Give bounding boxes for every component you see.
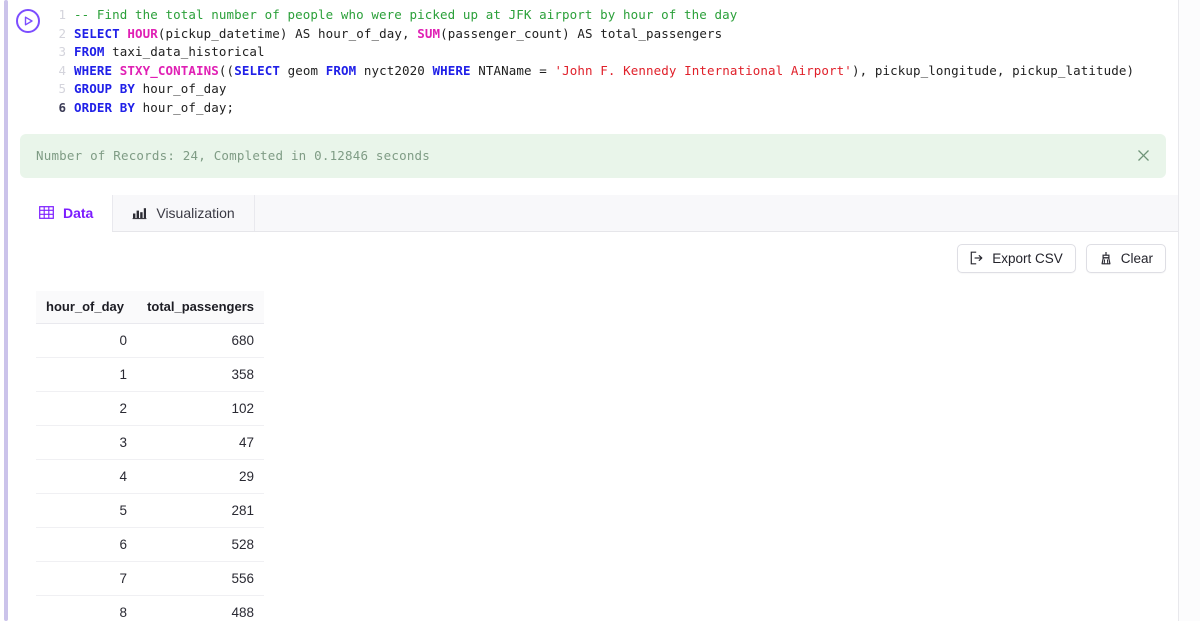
code-token-fn: HOUR: [127, 25, 158, 41]
results-table-wrap[interactable]: hour_of_day total_passengers 0 680 1 358 2 10…: [36, 290, 264, 621]
code-token-plain: nyct2020: [356, 62, 433, 78]
run-button-column: [8, 6, 44, 118]
cell-total-passengers: 528: [137, 527, 264, 562]
code-line: -- Find the total number of people who w…: [74, 6, 1178, 25]
cell-hour-of-day: 2: [36, 391, 138, 426]
table-row[interactable]: 8 488: [36, 595, 264, 621]
run-query-button[interactable]: [16, 9, 40, 33]
broom-icon: [1101, 252, 1111, 265]
bar-chart-icon: [132, 205, 147, 220]
table-row[interactable]: 0 680: [36, 323, 264, 358]
table-row[interactable]: 7 556: [36, 561, 264, 596]
code-token-kw: SELECT: [234, 62, 280, 78]
table-row[interactable]: 4 29: [36, 459, 264, 494]
code-token-plain: geom: [279, 62, 326, 78]
sql-query-workbench: 123456 -- Find the total number of peopl…: [0, 0, 1200, 621]
cell-hour-of-day: 3: [36, 425, 138, 460]
table-grid-icon: [39, 205, 54, 220]
code-token-kw: SELECT: [74, 25, 120, 41]
cell-hour-of-day: 7: [36, 561, 138, 596]
cell-total-passengers: 29: [137, 459, 264, 494]
status-banner-wrap: Number of Records: 24, Completed in 0.12…: [8, 128, 1178, 178]
close-x-icon: [1137, 150, 1149, 162]
code-token-fn: SUM: [417, 25, 441, 41]
query-status-banner: Number of Records: 24, Completed in 0.12…: [20, 133, 1166, 178]
cell-total-passengers: 47: [137, 425, 264, 460]
cell-hour-of-day: 6: [36, 527, 138, 562]
code-token-fn: STXY_CONTAINS: [119, 62, 219, 78]
clear-button[interactable]: Clear: [1085, 243, 1166, 273]
cell-total-passengers: 556: [137, 561, 264, 596]
tab-visualization[interactable]: Visualization: [113, 194, 255, 231]
results-table-head: hour_of_day total_passengers: [36, 290, 264, 324]
cell-total-passengers: 358: [137, 357, 264, 392]
editor-line-numbers: 1 2 3 4 5 6: [44, 6, 74, 118]
export-csv-label: Export CSV: [992, 250, 1063, 266]
results-table-body: 06801358210234742952816528755684889304: [36, 323, 264, 621]
column-header-total-passengers[interactable]: total_passengers: [137, 290, 264, 324]
table-row[interactable]: 5 281: [36, 493, 264, 528]
right-gutter: [1179, 0, 1200, 621]
line-number: 5: [58, 81, 66, 97]
code-token-kw: ORDER BY: [74, 99, 136, 115]
code-token-plain: (pickup_datetime) AS hour_of_day,: [157, 25, 418, 41]
close-icon[interactable]: [1134, 147, 1152, 165]
table-row[interactable]: 1 358: [36, 357, 264, 392]
code-token-plain: hour_of_day: [135, 81, 227, 97]
code-token-plain: hour_of_day;: [135, 99, 235, 115]
tab-data[interactable]: Data: [20, 194, 114, 232]
sql-code-content[interactable]: -- Find the total number of people who w…: [74, 6, 1178, 118]
code-line: FROM taxi_data_historical: [74, 43, 1178, 62]
column-header-hour-of-day[interactable]: hour_of_day: [36, 290, 138, 324]
results-toolbar: Export CSV Clear: [8, 232, 1178, 273]
code-token-plain: ((: [218, 62, 235, 78]
sql-editor[interactable]: 1 2 3 4 5 6 -- Find the total number of peopl…: [8, 0, 1178, 128]
cell-hour-of-day: 5: [36, 493, 138, 528]
line-number: 1: [58, 7, 66, 22]
export-csv-button[interactable]: Export CSV: [957, 243, 1076, 273]
cell-total-passengers: 680: [137, 323, 264, 358]
code-token-str: 'John F. Kennedy International Airport': [554, 62, 852, 78]
table-row[interactable]: 3 47: [36, 425, 264, 460]
tab-visualization-label: Visualization: [156, 204, 235, 221]
line-number: 6: [58, 99, 66, 115]
code-token-plain: ), pickup_longitude, pickup_latitude): [851, 62, 1135, 78]
code-token-kw: WHERE: [432, 62, 471, 78]
results-tabbar: Data Visualization: [20, 194, 1178, 232]
code-token-plain: taxi_data_historical: [104, 44, 265, 60]
code-token-kw: FROM: [74, 44, 105, 60]
code-token-plain: NTAName =: [470, 62, 555, 78]
code-token-comment: -- Find the total number of people who w…: [74, 7, 738, 22]
code-token-plain: (passenger_count) AS total_passengers: [440, 25, 723, 41]
code-token-kw: GROUP BY: [74, 81, 136, 97]
line-number: 3: [58, 44, 66, 60]
query-status-text: Number of Records: 24, Completed in 0.12…: [36, 148, 431, 164]
cell-total-passengers: 102: [137, 391, 264, 426]
cell-hour-of-day: 1: [36, 357, 138, 392]
table-header-row: hour_of_day total_passengers: [36, 290, 264, 324]
results-table: hour_of_day total_passengers 0 680 1 358 2 10…: [36, 290, 264, 621]
play-circle-icon: [24, 16, 33, 26]
code-line: ORDER BY hour_of_day;: [74, 99, 1178, 118]
code-token-kw: WHERE: [74, 62, 113, 78]
tab-data-label: Data: [63, 204, 94, 221]
code-line: SELECT HOUR(pickup_datetime) AS hour_of_…: [74, 25, 1178, 44]
clear-label: Clear: [1120, 250, 1153, 266]
export-icon: [970, 251, 983, 265]
cell-hour-of-day: 0: [36, 323, 138, 358]
code-line: WHERE STXY_CONTAINS((SELECT geom FROM ny…: [74, 62, 1178, 81]
line-number: 2: [58, 25, 66, 41]
table-row[interactable]: 6 528: [36, 527, 264, 562]
code-line: GROUP BY hour_of_day: [74, 80, 1178, 99]
cell-total-passengers: 281: [137, 493, 264, 528]
cell-hour-of-day: 4: [36, 459, 138, 494]
code-token-kw: FROM: [325, 62, 357, 78]
line-number: 4: [58, 62, 66, 78]
cell-hour-of-day: 8: [36, 595, 138, 621]
cell-total-passengers: 488: [137, 595, 264, 621]
table-row[interactable]: 2 102: [36, 391, 264, 426]
